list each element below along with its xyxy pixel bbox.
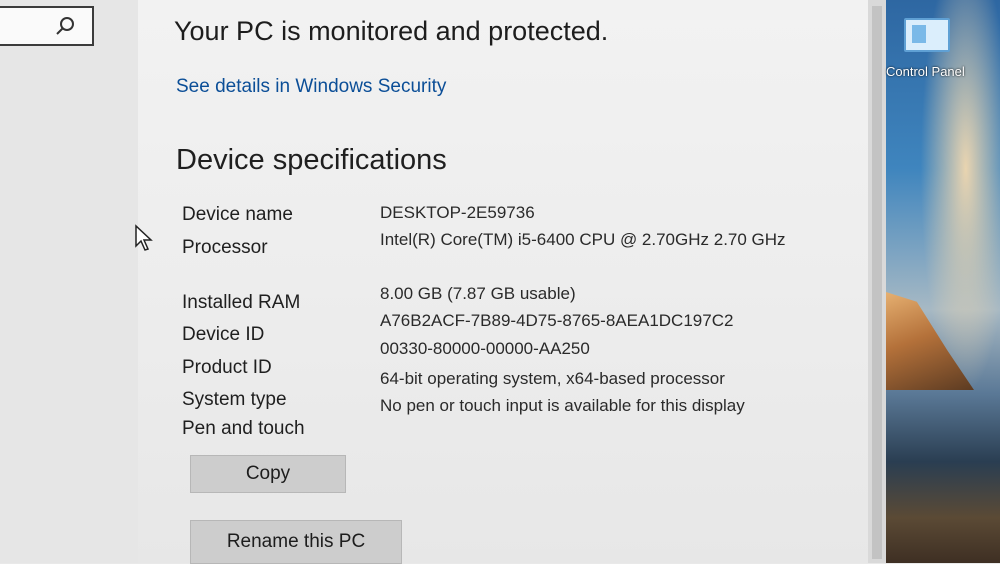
device-id-label: Device ID: [182, 324, 265, 345]
left-navigation-pane: [0, 0, 139, 563]
control-panel-icon[interactable]: [904, 18, 950, 52]
protection-status-text: Your PC is monitored and protected.: [174, 16, 609, 46]
windows-security-link[interactable]: See details in Windows Security: [176, 76, 446, 98]
about-panel: Your PC is monitored and protected. See …: [138, 0, 884, 564]
device-id-value: A76B2ACF-7B89-4D75-8765-8AEA1DC197C2: [380, 311, 734, 330]
installed-ram-label: Installed RAM: [182, 292, 301, 313]
scrollbar[interactable]: [868, 0, 886, 563]
system-type-value: 64-bit operating system, x64-based proce…: [380, 369, 725, 388]
mouse-pointer-icon: [135, 224, 153, 251]
processor-value: Intel(R) Core(TM) i5-6400 CPU @ 2.70GHz …: [380, 230, 786, 249]
processor-label: Processor: [182, 237, 268, 258]
product-id-label: Product ID: [182, 357, 272, 378]
device-name-value: DESKTOP-2E59736: [380, 203, 535, 222]
pen-and-touch-value: No pen or touch input is available for t…: [380, 396, 745, 415]
pen-and-touch-label: Pen and touch: [182, 418, 305, 439]
control-panel-icon-graphic: [912, 25, 926, 43]
copy-button[interactable]: Copy: [190, 455, 346, 493]
device-specifications-heading: Device specifications: [176, 144, 447, 176]
installed-ram-value: 8.00 GB (7.87 GB usable): [380, 284, 576, 303]
wallpaper-rock: [886, 292, 974, 390]
scrollbar-thumb[interactable]: [872, 6, 882, 559]
control-panel-label[interactable]: Control Panel: [886, 64, 965, 79]
rename-pc-button[interactable]: Rename this PC: [190, 520, 402, 564]
search-icon[interactable]: [54, 16, 76, 38]
search-box[interactable]: [0, 6, 94, 46]
device-name-label: Device name: [182, 204, 293, 225]
product-id-value: 00330-80000-00000-AA250: [380, 339, 590, 358]
system-type-label: System type: [182, 389, 287, 410]
desktop-wallpaper: Control Panel: [886, 0, 1000, 563]
